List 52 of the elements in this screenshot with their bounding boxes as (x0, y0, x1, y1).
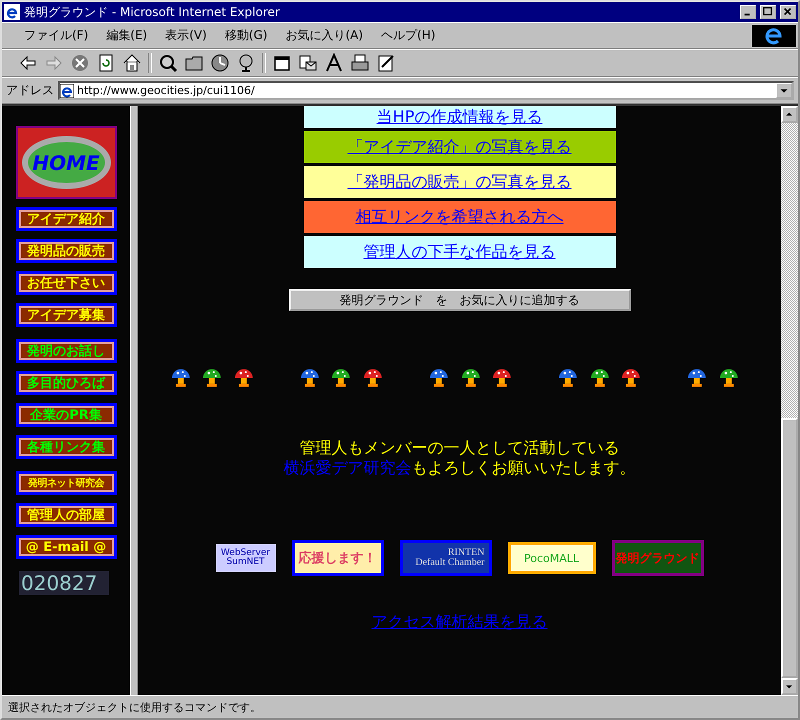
status-text: 選択されたオブジェクトに使用するコマンドです。 (2, 695, 798, 718)
browser-logo-icon (4, 4, 20, 20)
menu-item[interactable]: 移動(G) (216, 25, 276, 46)
add-favorite-button[interactable]: 発明グラウンド を お気に入りに追加する (288, 289, 630, 311)
nav-button[interactable]: 発明のお話し (16, 339, 116, 363)
scroll-thumb[interactable] (781, 418, 798, 678)
home-icon[interactable] (122, 53, 142, 73)
nav-button[interactable]: 発明ネット研究会 (16, 471, 116, 495)
scrollbar[interactable] (781, 106, 798, 695)
message-text: 横浜愛デア研究会 もよろしくお願いいたします。 (284, 458, 636, 478)
nav-button[interactable]: 管理人の部屋 (16, 503, 116, 527)
link-banner[interactable]: RINTEN Default Chamber (400, 540, 492, 576)
link-banner[interactable]: WebServer SumNET (216, 544, 276, 572)
search-icon[interactable] (158, 53, 178, 73)
menu-item[interactable]: 表示(V) (157, 25, 215, 46)
maximize-icon[interactable] (760, 5, 776, 19)
stop-icon[interactable] (70, 53, 90, 73)
link-banner[interactable]: 管理人の下手な作品を見る (304, 236, 616, 268)
link-banner[interactable]: 応援します！ (292, 540, 384, 576)
nav-button[interactable]: 企業のPR集 (16, 403, 116, 427)
printer-icon[interactable] (350, 53, 370, 73)
nav-button[interactable]: お任せ下さい (16, 271, 116, 295)
nav-button[interactable]: 多目的ひろば (16, 371, 116, 395)
visitor-counter: 020827 (19, 571, 109, 595)
clock-icon[interactable] (210, 53, 230, 73)
link-banner[interactable]: 「アイデア紹介」の写真を見る (304, 131, 616, 163)
message-text: 管理人もメンバーの一人として活動している (298, 438, 620, 458)
scroll-down-icon[interactable] (781, 678, 798, 695)
menu-item[interactable]: 編集(E) (98, 25, 156, 46)
link-banner[interactable]: 当HPの作成情報を見る (304, 106, 616, 128)
address-field[interactable]: http://www.geocities.jp/cui1106/ (58, 81, 794, 100)
edit-icon[interactable] (376, 53, 396, 73)
close-icon[interactable] (780, 5, 796, 19)
nav-button[interactable]: 発明品の販売 (16, 239, 116, 263)
nav-button[interactable]: 各種リンク集 (16, 435, 116, 459)
menu-item[interactable]: ファイル(F) (16, 25, 96, 46)
window-title: 発明グラウンド - Microsoft Internet Explorer (24, 4, 281, 20)
mail-icon[interactable] (298, 53, 318, 73)
nav-button[interactable]: @ E-mail @ (16, 535, 116, 559)
minimize-icon[interactable] (740, 5, 756, 19)
scroll-up-icon[interactable] (781, 106, 798, 123)
menu-item[interactable]: ヘルプ(H) (373, 25, 444, 46)
back-arrow-icon[interactable] (18, 53, 38, 73)
forward-arrow-icon[interactable] (44, 53, 64, 73)
link-banner[interactable]: 「発明品の販売」の写真を見る (304, 166, 616, 198)
frame-border[interactable] (130, 106, 138, 695)
nav-button[interactable]: アイデア募集 (16, 303, 116, 327)
menu-item[interactable]: お気に入り(A) (277, 25, 372, 46)
page-icon (60, 84, 74, 98)
font-icon[interactable] (324, 53, 344, 73)
nav-button[interactable]: アイデア紹介 (16, 207, 116, 231)
address-label: アドレス (6, 82, 54, 99)
